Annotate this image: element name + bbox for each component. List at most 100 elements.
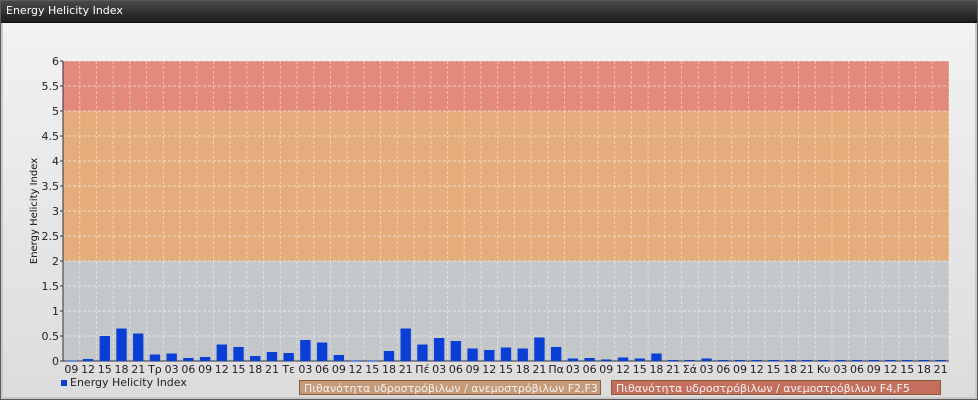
bar	[383, 351, 395, 361]
y-tick-label: 2.5	[42, 230, 60, 243]
x-tick-label: 03	[432, 363, 446, 376]
y-tick-label: 0	[52, 355, 59, 368]
x-tick-label: 06	[315, 363, 329, 376]
x-tick-label: 15	[499, 363, 513, 376]
x-tick-label: Πέ	[415, 363, 429, 376]
bar	[116, 328, 127, 361]
x-tick-label: 09	[64, 363, 78, 376]
y-tick-label: 6	[52, 55, 59, 68]
bar	[484, 350, 495, 361]
bar	[718, 360, 729, 361]
legend-band-f2f3[interactable]: Πιθανότητα υδροστρόβιλων / ανεμοστρόβιλω…	[299, 380, 601, 395]
legend-series[interactable]: Energy Helicity Index	[61, 376, 187, 389]
y-axis-title: Energy Helicity Index	[29, 158, 40, 264]
x-tick-label: Τε	[281, 363, 295, 376]
bar	[584, 358, 595, 361]
x-tick-label: Πα	[548, 363, 564, 376]
x-tick-label: 03	[700, 363, 714, 376]
bar	[149, 354, 161, 361]
y-tick-label: 4.5	[42, 130, 60, 143]
bar	[851, 360, 863, 361]
bar	[316, 342, 328, 361]
x-tick-label: 18	[783, 363, 797, 376]
legend-band-f4f5[interactable]: Πιθανότητα υδροστρόβιλων / ανεμοστρόβιλω…	[611, 380, 941, 395]
x-tick-label: 12	[750, 363, 764, 376]
bar	[885, 360, 896, 361]
x-tick-label: 12	[215, 363, 229, 376]
bar	[902, 360, 913, 361]
chart-window: Energy Helicity Index 0 0.5 1 1.5 2 2.5 3 3.5 4 4…	[0, 0, 978, 400]
bar	[350, 360, 361, 362]
x-tick-label: 12	[616, 363, 630, 376]
x-tick-label: Τρ	[147, 363, 162, 376]
bar	[550, 347, 562, 361]
bar	[534, 337, 545, 361]
x-tick-label: 15	[900, 363, 914, 376]
x-tick-label: 21	[934, 363, 948, 376]
bar	[935, 360, 946, 361]
x-tick-label: 18	[115, 363, 129, 376]
bar	[216, 344, 227, 361]
y-tick-label: 1	[52, 305, 59, 318]
bar	[734, 360, 746, 361]
x-tick-label: 03	[566, 363, 580, 376]
bar	[651, 353, 662, 361]
bar	[333, 355, 345, 361]
bar	[183, 358, 194, 361]
bar	[701, 358, 712, 361]
y-tick-label: 5.5	[42, 80, 60, 93]
bar	[300, 340, 311, 361]
x-tick-label: 06	[449, 363, 463, 376]
bar	[133, 333, 144, 361]
x-tick-label: 15	[365, 363, 379, 376]
x-tick-label: 09	[733, 363, 747, 376]
x-tick-label: 06	[181, 363, 195, 376]
x-tick-label: 21	[131, 363, 145, 376]
x-tick-label: 12	[349, 363, 363, 376]
x-tick-label: 06	[583, 363, 597, 376]
bar	[250, 356, 261, 361]
bar	[835, 360, 846, 361]
x-tick-label: 15	[766, 363, 780, 376]
x-tick-label: 21	[532, 363, 546, 376]
bar	[818, 360, 829, 361]
x-tick-label: 03	[165, 363, 179, 376]
x-tick-label: 21	[800, 363, 814, 376]
bar	[233, 347, 244, 361]
bar	[517, 348, 528, 361]
bar	[785, 360, 796, 361]
y-tick-label: 3.5	[42, 180, 60, 193]
y-tick-label: 5	[52, 105, 59, 118]
bar	[400, 328, 411, 361]
x-tick-label: 09	[466, 363, 480, 376]
x-tick-label: 09	[198, 363, 212, 376]
legend-band-f4f5-label: Πιθανότητα υδροστρόβιλων / ανεμοστρόβιλω…	[616, 382, 910, 395]
x-tick-label: 21	[666, 363, 680, 376]
x-tick-label: 12	[81, 363, 95, 376]
bar	[367, 360, 378, 362]
x-tick-label: 12	[482, 363, 496, 376]
x-tick-label: 15	[98, 363, 112, 376]
x-tick-label: 18	[516, 363, 530, 376]
bar	[500, 347, 512, 361]
bar	[567, 358, 579, 361]
x-tick-label: 09	[599, 363, 613, 376]
x-tick-label: 15	[232, 363, 246, 376]
x-tick-label: 12	[883, 363, 897, 376]
bar	[751, 360, 762, 361]
bar	[768, 360, 779, 361]
bar	[868, 360, 879, 361]
x-tick-label: 18	[649, 363, 663, 376]
x-tick-label: 06	[850, 363, 864, 376]
x-tick-label: 09	[867, 363, 881, 376]
y-tick-label: 3	[52, 205, 59, 218]
bar	[283, 353, 294, 361]
bar	[634, 358, 645, 361]
legend-swatch	[61, 380, 67, 386]
bar	[667, 360, 679, 361]
bar	[199, 357, 211, 361]
bar	[99, 336, 110, 361]
x-tick-label: Κυ	[817, 363, 831, 376]
y-tick-label: 0.5	[42, 330, 60, 343]
bar	[417, 344, 428, 361]
